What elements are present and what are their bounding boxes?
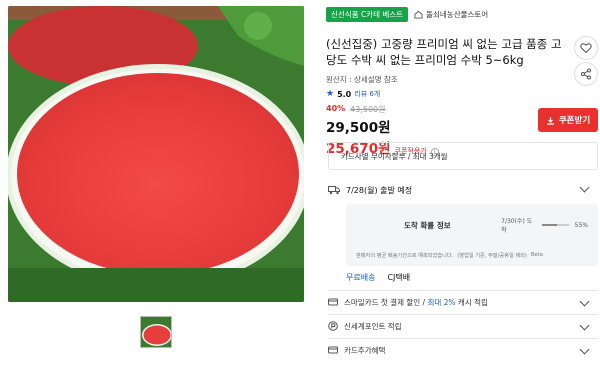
card-icon [328, 346, 338, 354]
benefit-highlight: 최대 2% [427, 297, 456, 307]
heart-icon [580, 43, 592, 54]
arrival-percent: 55% [574, 221, 588, 229]
product-thumbnail[interactable] [140, 316, 172, 348]
origin-text: 원산지 : 상세설명 참조 [326, 75, 398, 84]
rating-score: 5.0 [337, 89, 352, 99]
product-title: (신선집중) 고중량 프리미엄 씨 없는 고급 품종 고당도 수박 씨 없는 프… [326, 37, 562, 67]
arrival-note-tag: Beta [530, 252, 543, 258]
card-installment-info: 카드사별 무이자할부 / 최대 3개월 [328, 142, 598, 170]
product-info-panel: 신선식품 C카테 베스트 돌쇠네농산물스토어 (신선집중) 고중량 프리미엄 씨… [326, 6, 598, 157]
carrier-name: CJ택배 [387, 273, 411, 282]
wishlist-button[interactable] [574, 36, 598, 60]
card-installment-text: 카드사별 무이자할부 / 최대 3개월 [341, 151, 448, 161]
benefit-text: 카드추가혜택 [344, 345, 386, 355]
rating-row[interactable]: ★ 5.0 리뷰 6개 [326, 89, 598, 99]
review-count-link[interactable]: 리뷰 6개 [354, 89, 380, 99]
store-link[interactable]: 돌쇠네농산물스토어 [414, 9, 488, 20]
benefit-text-prefix: 스마일카드 첫 결제 할인 / [344, 297, 428, 307]
arrival-note-left: 판매자의 평균 배송기간으로 예측되었습니다. [356, 253, 454, 259]
store-icon [414, 10, 423, 19]
category-best-badge[interactable]: 신선식품 C카테 베스트 [326, 6, 409, 22]
divider [328, 290, 598, 291]
store-name: 돌쇠네농산물스토어 [426, 9, 489, 19]
coupon-download-button[interactable]: 쿠폰받기 [538, 108, 598, 132]
divider [328, 338, 598, 339]
product-main-image[interactable] [8, 6, 304, 302]
share-button[interactable] [574, 62, 598, 86]
arrival-title: 도착 확률 정보 [404, 220, 451, 230]
card-icon [328, 298, 338, 306]
delivery-info-row: 무료배송 CJ택배 [346, 272, 410, 283]
arrival-note-right: (영업일 기준, 주말/공휴일 제외) [457, 253, 527, 259]
benefit-text: 스마일카드 첫 결제 할인 / 최대 2% 캐시 적립 [344, 297, 488, 308]
arrival-probability-box: 도착 확률 정보 7/30(수) 도착 55% 판매자의 평균 배송기간으로 예… [346, 204, 598, 266]
star-icon: ★ [326, 89, 335, 99]
benefit-text-suffix: 캐시 적립 [455, 297, 488, 307]
coupon-button-label: 쿠폰받기 [558, 116, 591, 126]
free-shipping-label: 무료배송 [346, 273, 376, 282]
benefit-text: 신세계포인트 적립 [344, 321, 402, 331]
share-icon [581, 68, 591, 80]
badge-row: 신선식품 C카테 베스트 돌쇠네농산물스토어 [326, 6, 598, 22]
chevron-down-icon[interactable] [579, 320, 590, 331]
arrival-progress-bar [542, 224, 569, 226]
benefit-row-smilecard[interactable]: 스마일카드 첫 결제 할인 / 최대 2% 캐시 적립 [328, 292, 598, 312]
point-icon [328, 321, 338, 331]
arrival-date: 7/30(수) 도착 [501, 218, 533, 234]
arrival-progress-fill [542, 224, 557, 226]
chevron-down-icon[interactable] [579, 182, 590, 193]
download-icon [546, 116, 554, 125]
benefit-row-point[interactable]: 신세계포인트 적립 [328, 316, 598, 336]
chevron-down-icon[interactable] [579, 344, 590, 355]
chevron-down-icon[interactable] [579, 296, 590, 307]
shipping-date-row[interactable]: 7/28(월) 출발 예정 [328, 180, 598, 200]
benefit-row-card-extra[interactable]: 카드추가혜택 [328, 340, 598, 360]
original-price: 43,500원 [350, 105, 386, 114]
shipping-date: 7/28(월) 출발 예정 [346, 185, 413, 195]
discount-percent: 40% [326, 104, 346, 113]
divider [328, 314, 598, 315]
arrival-note: 판매자의 평균 배송기간으로 예측되었습니다. (영업일 기준, 주말/공휴일 … [356, 252, 588, 259]
truck-icon [328, 186, 340, 195]
